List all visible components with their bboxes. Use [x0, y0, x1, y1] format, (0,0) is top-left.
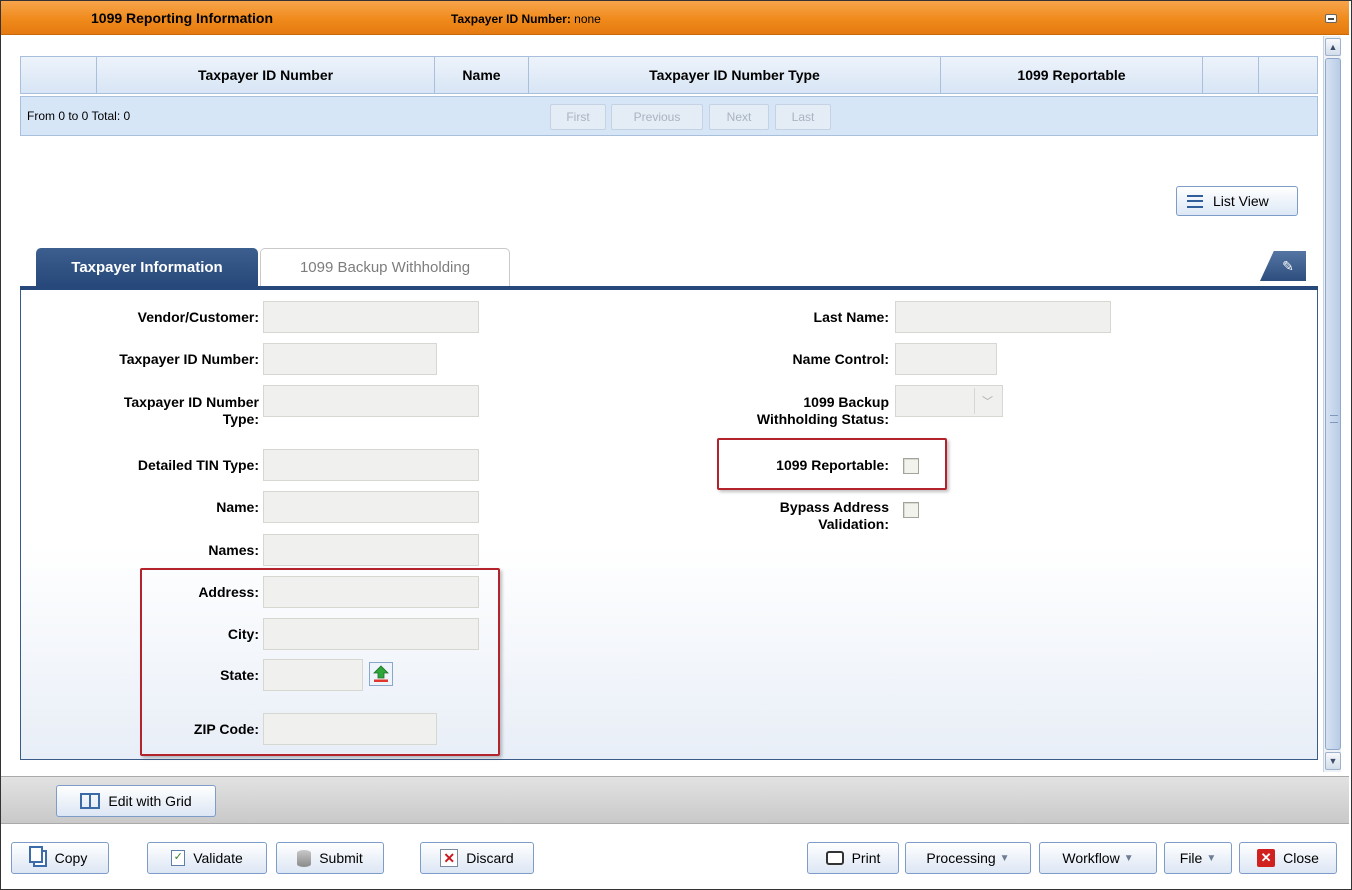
name-label: Name: — [216, 499, 259, 515]
detailed-tin-type-field[interactable] — [263, 449, 479, 481]
discard-label: Discard — [466, 850, 514, 866]
print-label: Print — [851, 850, 881, 866]
print-button[interactable]: Print — [807, 842, 899, 874]
bypass-address-validation-label: Bypass Address Validation: — [661, 499, 889, 533]
title-bar: 1099 Reporting Information Taxpayer ID N… — [1, 1, 1349, 35]
scroll-up-icon[interactable]: ▲ — [1325, 38, 1341, 56]
title-tin-label: Taxpayer ID Number: — [451, 12, 571, 26]
copy-icon — [28, 845, 47, 867]
page-title: 1099 Reporting Information — [91, 10, 274, 26]
workflow-button[interactable]: Workflow ▼ — [1039, 842, 1157, 874]
taxpayer-id-number-type-field[interactable] — [263, 385, 479, 417]
title-tin-value: none — [574, 12, 601, 26]
backup-withholding-status-label: 1099 Backup Withholding Status: — [661, 394, 889, 428]
submit-label: Submit — [319, 850, 363, 866]
chevron-down-icon: ▼ — [1123, 852, 1134, 864]
close-label: Close — [1283, 850, 1319, 866]
discard-button[interactable]: ✕ Discard — [420, 842, 534, 874]
grid-col-extra-1[interactable] — [1203, 57, 1259, 93]
name-control-label: Name Control: — [792, 351, 889, 367]
processing-label: Processing — [926, 850, 996, 866]
taxpayer-id-number-type-label: Taxpayer ID Number Type: — [31, 394, 259, 428]
chevron-down-icon[interactable]: ﹀ — [974, 388, 1000, 414]
grid-col-name[interactable]: Name — [435, 57, 529, 93]
close-button[interactable]: ✕ Close — [1239, 842, 1337, 874]
names-field[interactable] — [263, 534, 479, 566]
list-view-label: List View — [1213, 193, 1269, 209]
action-toolbar: Copy ✓ Validate Submit ✕ Discard Print P… — [1, 826, 1349, 888]
grid-pager: From 0 to 0 Total: 0 First Previous Next… — [20, 96, 1318, 136]
grid-col-1099-reportable[interactable]: 1099 Reportable — [941, 57, 1203, 93]
edit-with-grid-button[interactable]: Edit with Grid — [56, 785, 216, 817]
copy-button[interactable]: Copy — [11, 842, 109, 874]
bypass-address-validation-label-line2: Validation: — [818, 516, 889, 532]
grid-col-tin-type[interactable]: Taxpayer ID Number Type — [529, 57, 941, 93]
scroll-grip-icon — [1330, 415, 1338, 423]
address-highlight-box — [140, 568, 500, 756]
backup-withholding-status-label-line1: 1099 Backup — [803, 394, 889, 410]
taxpayer-id-number-field[interactable] — [263, 343, 437, 375]
scroll-down-icon[interactable]: ▼ — [1325, 752, 1341, 770]
name-field[interactable] — [263, 491, 479, 523]
grid-header: Taxpayer ID Number Name Taxpayer ID Numb… — [20, 56, 1318, 94]
edit-with-grid-label: Edit with Grid — [108, 793, 192, 809]
last-name-label: Last Name: — [813, 309, 889, 325]
vendor-customer-label: Vendor/Customer: — [137, 309, 259, 325]
title-tin: Taxpayer ID Number: none — [451, 12, 601, 26]
pager-range-text: From 0 to 0 Total: 0 — [27, 109, 131, 123]
discard-icon: ✕ — [440, 849, 459, 867]
names-label: Names: — [208, 542, 259, 558]
grid-col-select[interactable] — [21, 57, 97, 93]
chevron-down-icon: ▼ — [999, 852, 1010, 864]
pager-next-button[interactable]: Next — [709, 104, 769, 130]
file-button[interactable]: File ▼ — [1164, 842, 1232, 874]
pager-previous-button[interactable]: Previous — [611, 104, 703, 130]
pager-last-button[interactable]: Last — [775, 104, 831, 130]
file-label: File — [1179, 850, 1203, 866]
vendor-customer-field[interactable] — [263, 301, 479, 333]
tab-1099-backup-withholding[interactable]: 1099 Backup Withholding — [260, 248, 510, 286]
grid-edit-icon — [80, 793, 101, 809]
detailed-tin-type-label: Detailed TIN Type: — [137, 457, 259, 473]
grid-col-taxpayer-id-number[interactable]: Taxpayer ID Number — [97, 57, 435, 93]
validate-button[interactable]: ✓ Validate — [147, 842, 267, 874]
main-content: Taxpayer ID Number Name Taxpayer ID Numb… — [8, 36, 1322, 772]
chevron-down-icon: ▼ — [1206, 852, 1217, 864]
bypass-address-validation-label-line1: Bypass Address — [779, 499, 889, 515]
tab-taxpayer-information[interactable]: Taxpayer Information — [36, 248, 258, 286]
bypass-address-validation-checkbox[interactable] — [903, 502, 919, 518]
pager-first-button[interactable]: First — [550, 104, 606, 130]
backup-withholding-status-label-line2: Withholding Status: — [756, 411, 889, 427]
validate-icon: ✓ — [171, 850, 186, 866]
validate-label: Validate — [193, 850, 243, 866]
processing-button[interactable]: Processing ▼ — [905, 842, 1031, 874]
vertical-scrollbar[interactable]: ▲ ▼ — [1323, 36, 1341, 772]
printer-icon — [825, 851, 844, 865]
list-view-button[interactable]: List View — [1176, 186, 1298, 216]
backup-withholding-status-select[interactable]: ﹀ — [895, 385, 1003, 417]
reportable-highlight-box — [717, 438, 947, 490]
name-control-field[interactable] — [895, 343, 997, 375]
taxpayer-id-number-label: Taxpayer ID Number: — [119, 351, 259, 367]
close-icon: ✕ — [1257, 849, 1276, 867]
workflow-label: Workflow — [1062, 850, 1120, 866]
taxpayer-id-number-type-label-line1: Taxpayer ID Number — [123, 394, 259, 410]
database-icon — [297, 849, 312, 867]
submit-button[interactable]: Submit — [276, 842, 384, 874]
last-name-field[interactable] — [895, 301, 1111, 333]
grid-col-extra-2[interactable] — [1259, 57, 1317, 93]
copy-label: Copy — [54, 850, 88, 866]
edit-toolbar: Edit with Grid — [1, 776, 1349, 824]
scroll-thumb[interactable] — [1325, 58, 1341, 750]
minimize-icon[interactable] — [1325, 14, 1337, 23]
taxpayer-form-panel: Vendor/Customer: Taxpayer ID Number: Tax… — [20, 290, 1318, 760]
list-icon — [1187, 194, 1203, 208]
pin-icon[interactable]: ✎ — [1260, 251, 1306, 281]
taxpayer-id-number-type-label-line2: Type: — [222, 411, 259, 427]
